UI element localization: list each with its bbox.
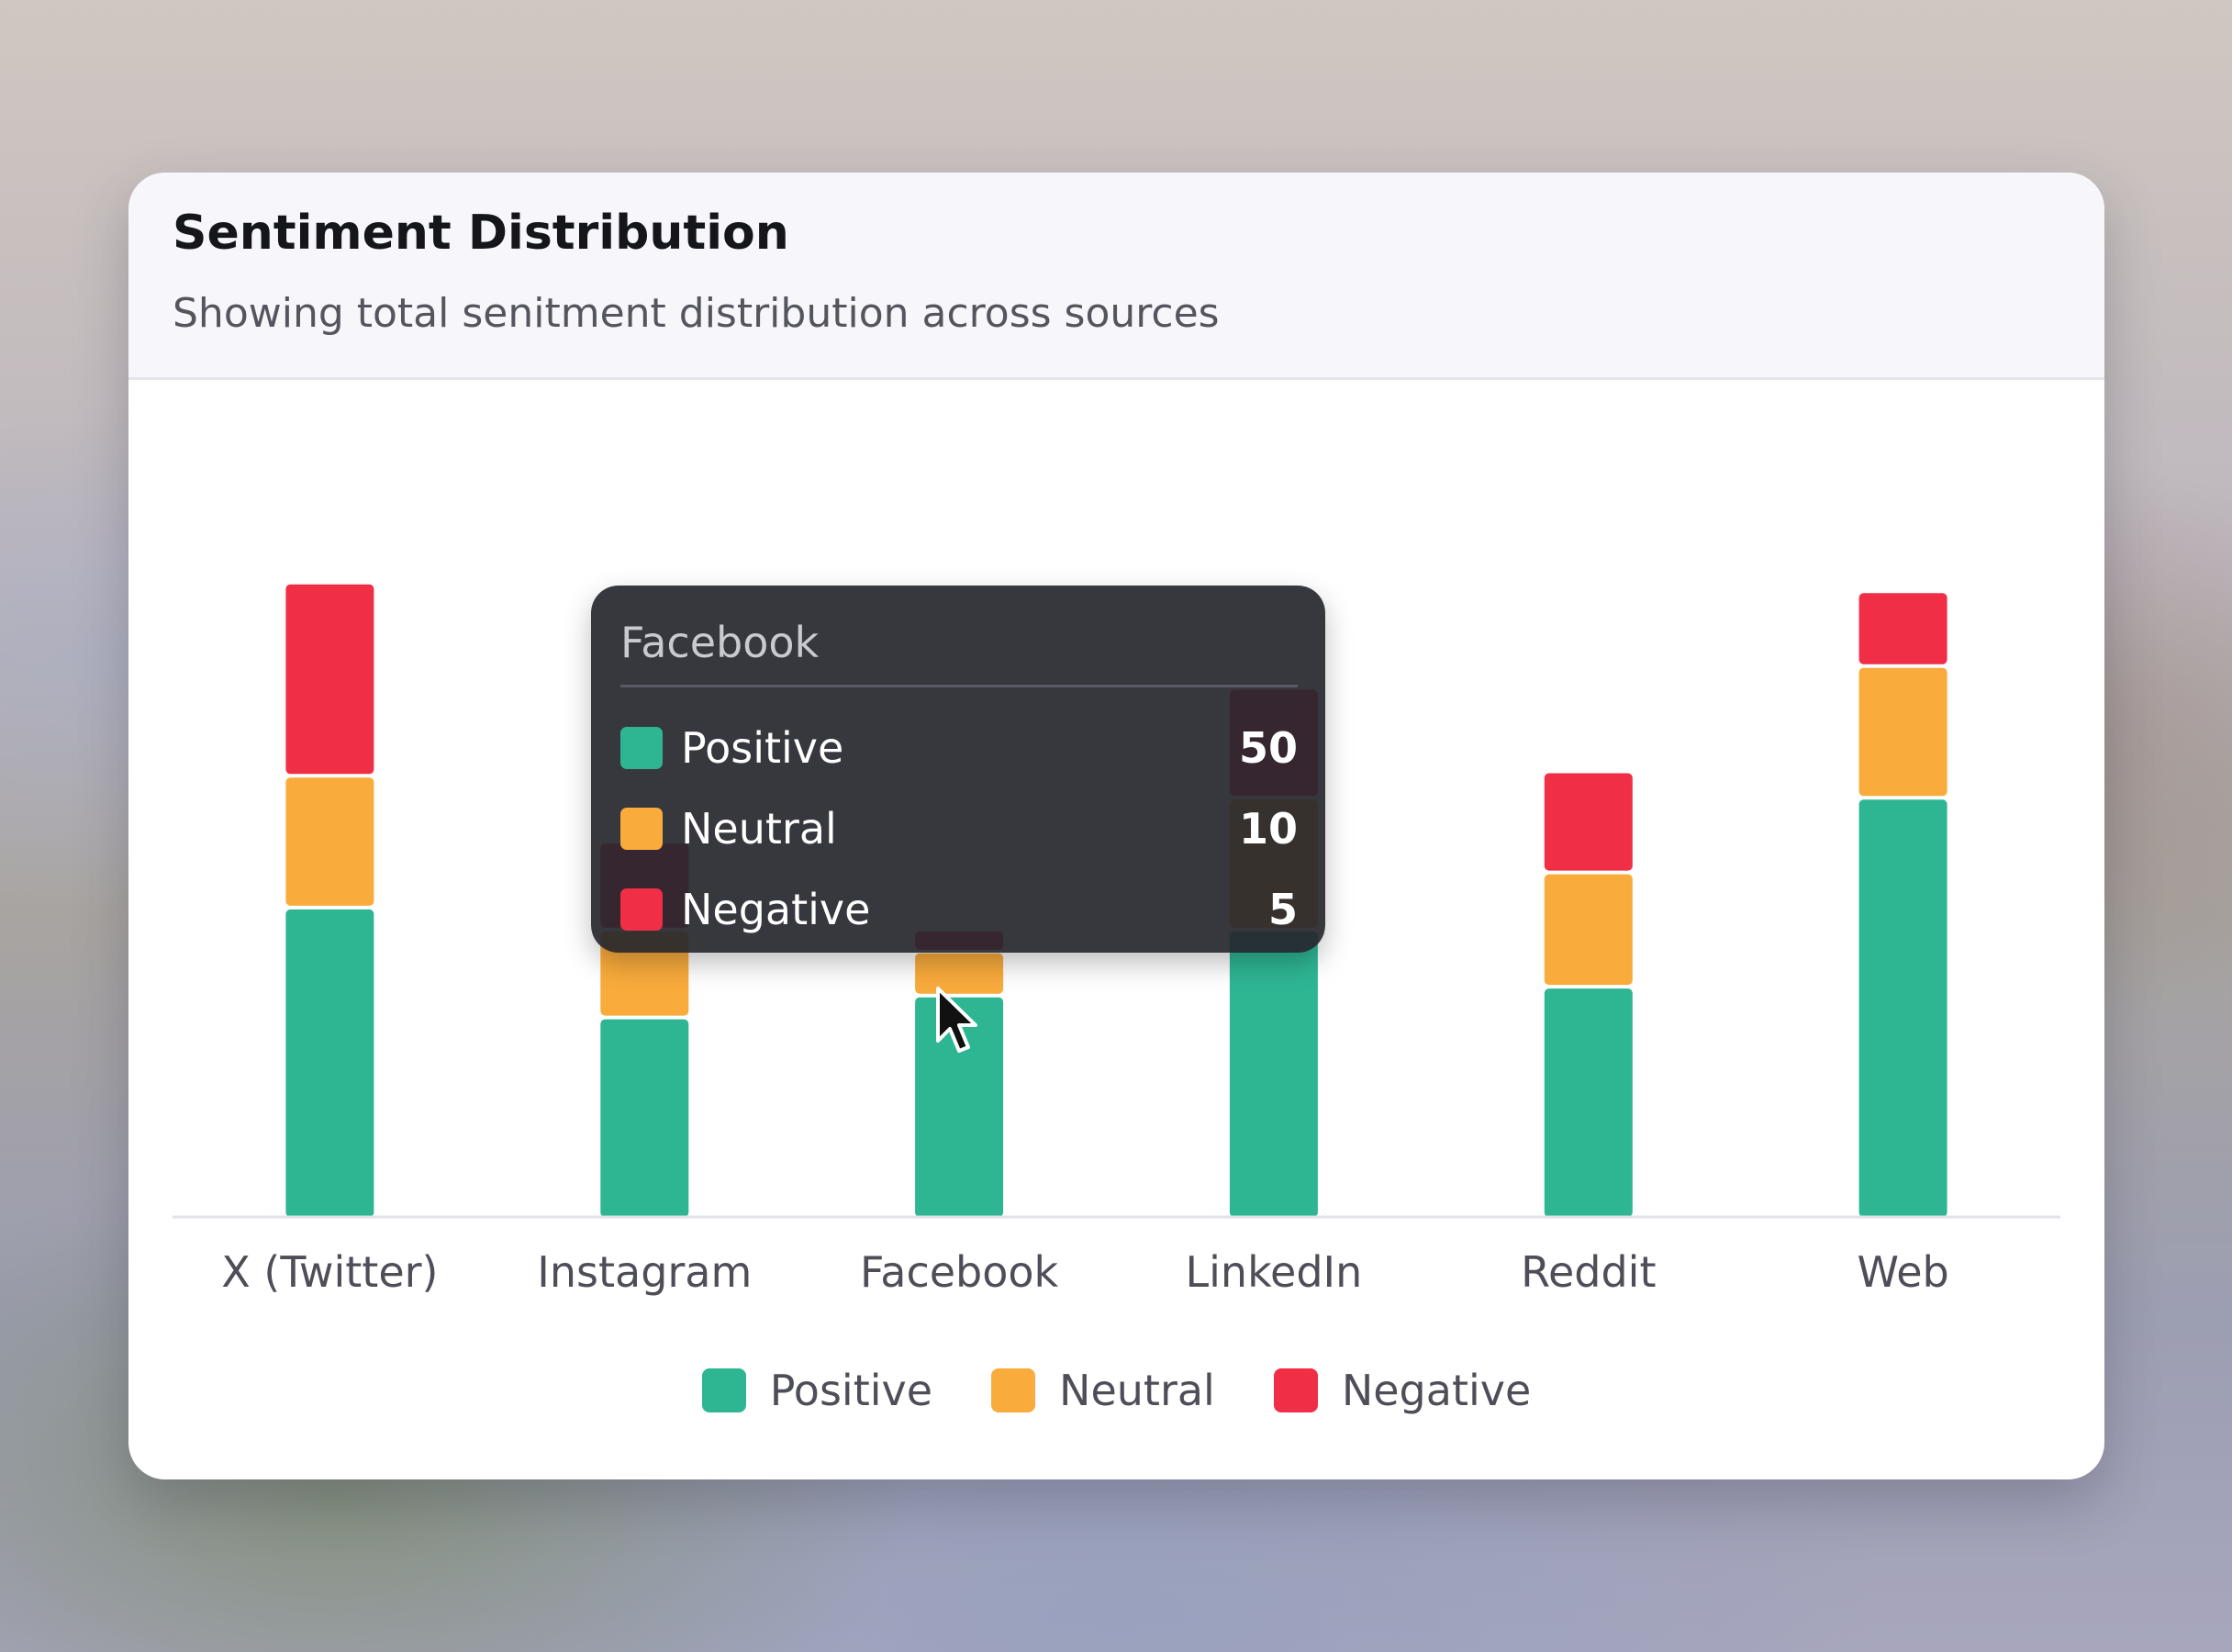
x-tick-labels: X (Twitter) Instagram Facebook LinkedIn Redd… — [221, 1247, 1948, 1297]
tooltip-swatch-neutral — [620, 808, 663, 850]
legend-item-neutral[interactable]: Neutral — [991, 1366, 1215, 1415]
tooltip-row-neutral: Neutral 10 — [620, 788, 1298, 869]
tooltip-row-negative: Negative 5 — [620, 869, 1298, 950]
x-tick-label: Web — [1857, 1247, 1948, 1297]
tooltip-value: 10 — [1238, 804, 1298, 854]
legend-label: Neutral — [1059, 1366, 1215, 1415]
x-tick-label: Reddit — [1521, 1247, 1656, 1297]
bar-negative-x-twitter[interactable] — [285, 584, 374, 775]
tooltip-value: 5 — [1267, 885, 1298, 934]
bar-positive-instagram[interactable] — [600, 1019, 689, 1217]
bar-positive-linkedin[interactable] — [1229, 931, 1318, 1217]
mouse-pointer-icon — [936, 987, 977, 1053]
legend-item-positive[interactable]: Positive — [701, 1366, 933, 1415]
bar-positive-x-twitter[interactable] — [285, 909, 374, 1217]
tooltip-title: Facebook — [620, 618, 820, 667]
tooltip-label: Neutral — [681, 804, 837, 854]
bar-neutral-reddit[interactable] — [1544, 874, 1633, 986]
legend-item-negative[interactable]: Negative — [1273, 1366, 1532, 1415]
legend-label: Positive — [769, 1366, 933, 1415]
tooltip-divider — [620, 685, 1298, 687]
bar-positive-web[interactable] — [1858, 799, 1947, 1217]
tooltip-value: 50 — [1238, 723, 1298, 773]
chart-tooltip: Facebook Positive 50 Neutral 10 Negative… — [591, 586, 1325, 953]
x-tick-label: Instagram — [537, 1247, 752, 1297]
tooltip-row-positive: Positive 50 — [620, 708, 1298, 788]
tooltip-label: Negative — [681, 885, 871, 934]
chart-legend: Positive Neutral Negative — [128, 1366, 2104, 1415]
x-tick-label: LinkedIn — [1186, 1247, 1363, 1297]
bar-negative-web[interactable] — [1858, 593, 1947, 664]
bar-positive-reddit[interactable] — [1544, 988, 1633, 1217]
legend-label: Negative — [1341, 1366, 1532, 1415]
tooltip-label: Positive — [681, 723, 844, 773]
legend-swatch-negative — [1273, 1368, 1318, 1412]
bar-neutral-x-twitter[interactable] — [285, 777, 374, 906]
tooltip-swatch-negative — [620, 888, 663, 931]
bar-neutral-web[interactable] — [1858, 667, 1947, 797]
legend-swatch-positive — [701, 1368, 746, 1412]
bar-negative-reddit[interactable] — [1544, 773, 1633, 871]
x-tick-label: Facebook — [860, 1247, 1059, 1297]
legend-swatch-neutral — [991, 1368, 1036, 1412]
x-tick-label: X (Twitter) — [221, 1247, 438, 1297]
tooltip-swatch-positive — [620, 727, 663, 769]
